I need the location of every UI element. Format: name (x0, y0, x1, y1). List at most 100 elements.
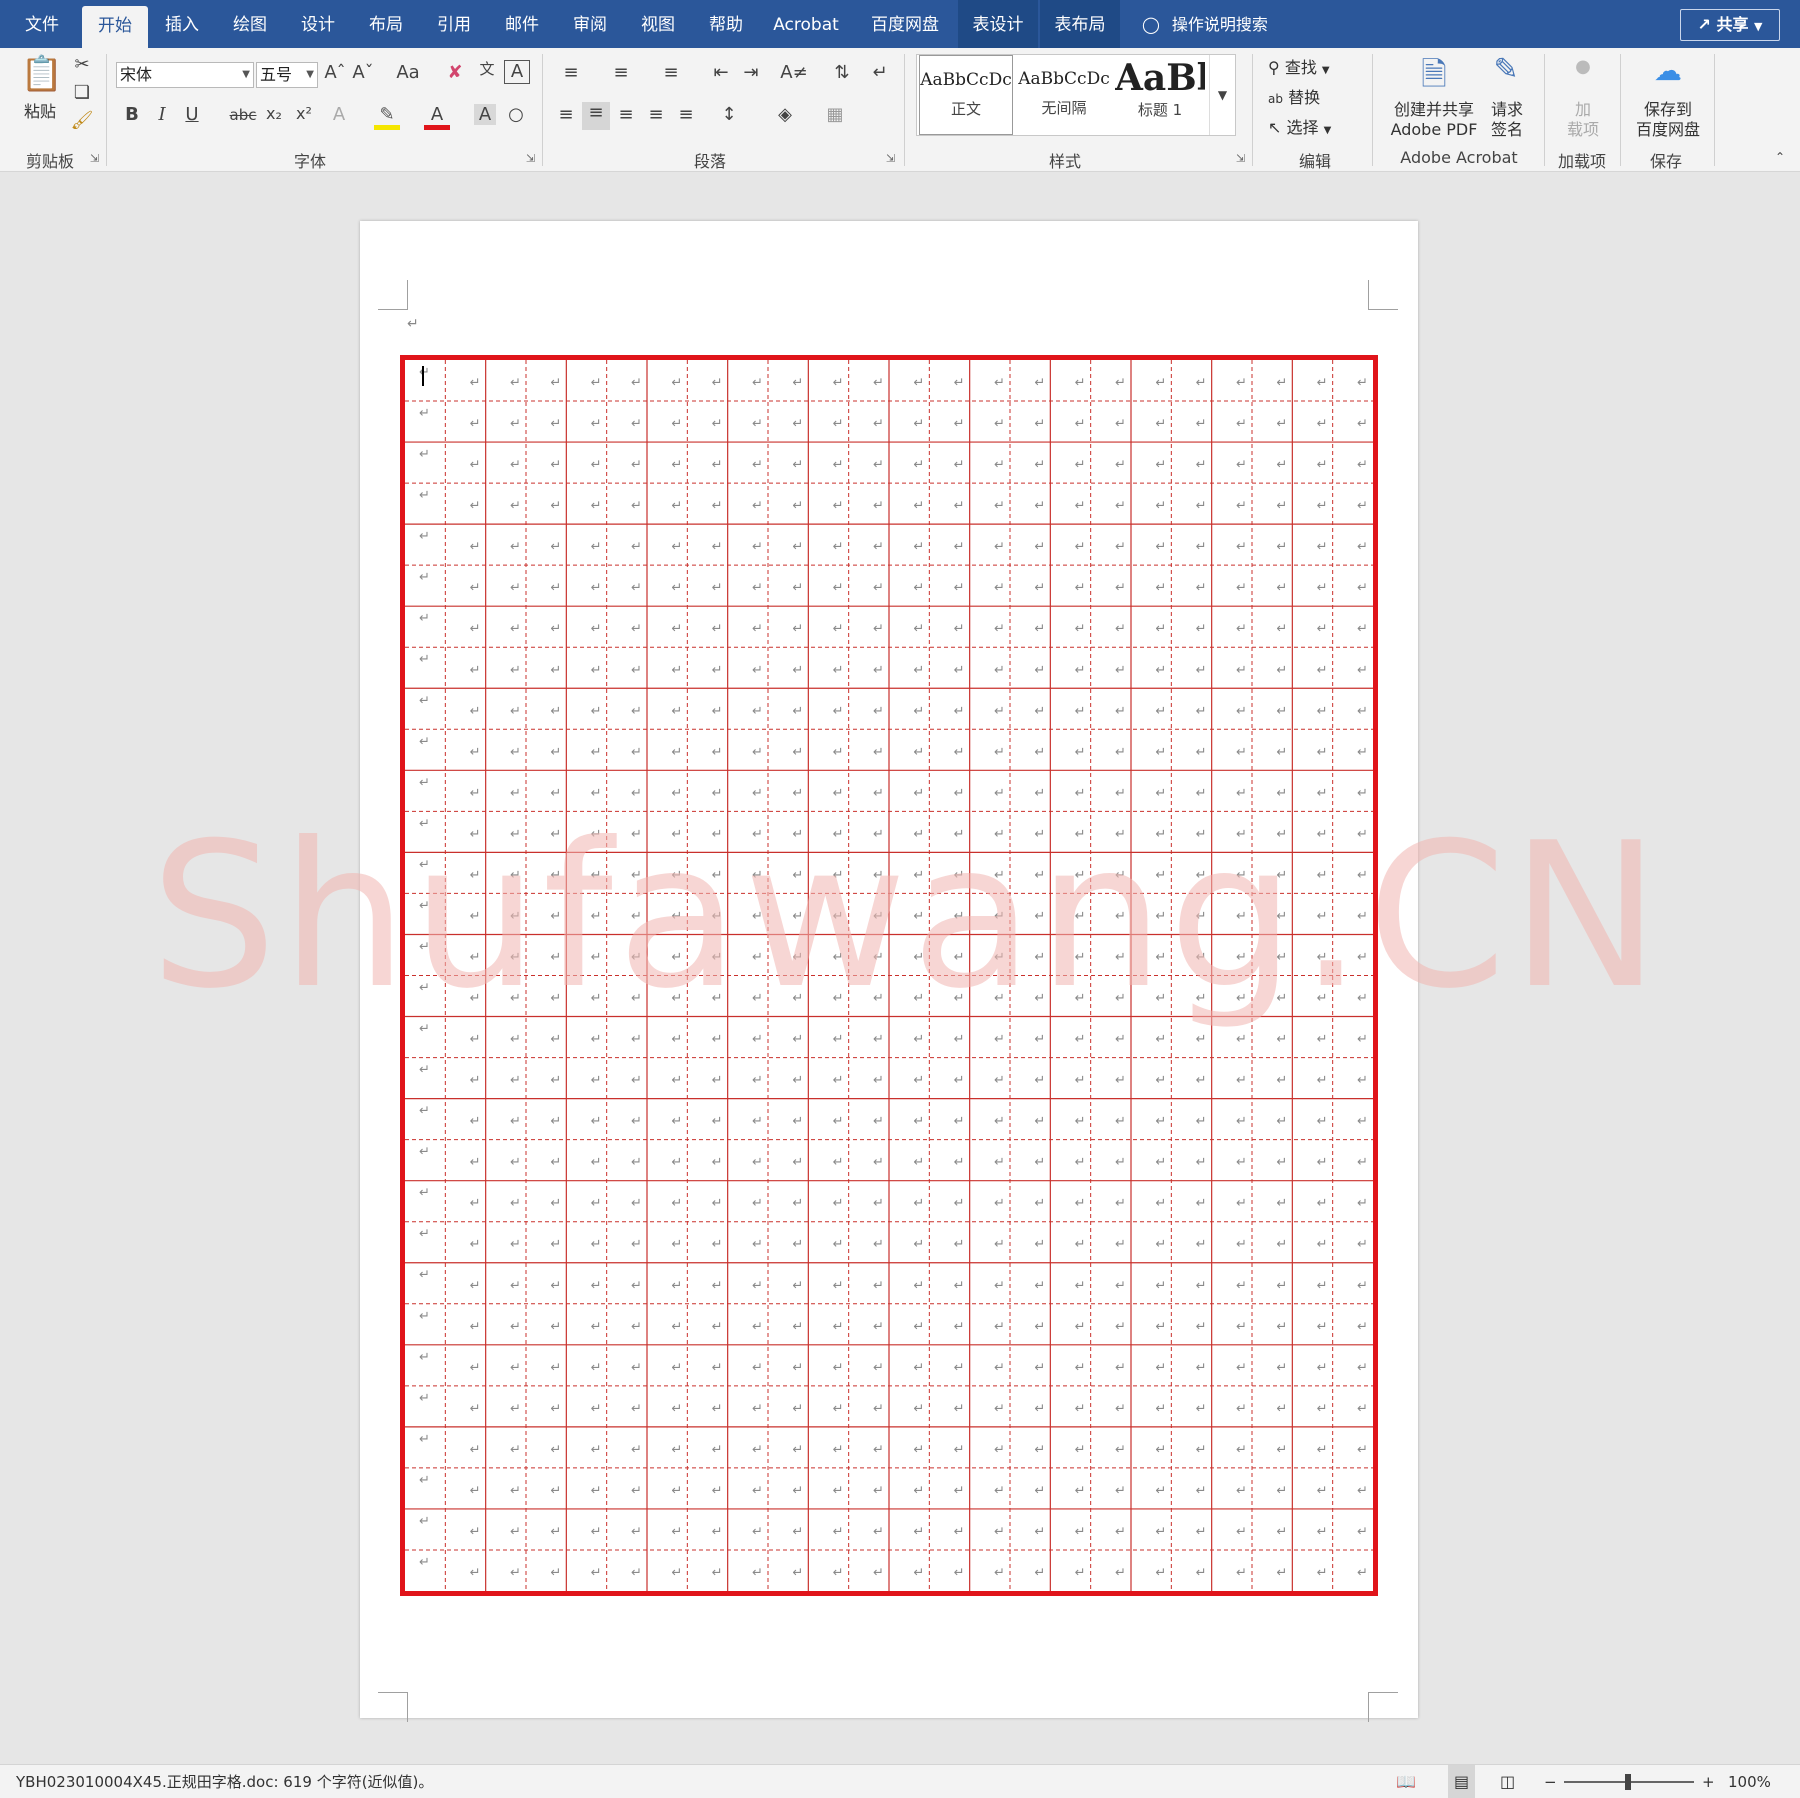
font-size-combo[interactable]: 五号 ▼ (256, 62, 318, 88)
underline-button[interactable]: U (182, 104, 202, 125)
baidu-netdisk-icon[interactable]: ☁ (1648, 54, 1688, 87)
zoom-slider-thumb[interactable] (1625, 1774, 1631, 1790)
request-signature-button[interactable]: 请求 签名 (1486, 100, 1528, 140)
increase-indent-icon[interactable]: ⇥ (738, 62, 764, 83)
shrink-font-icon[interactable]: Aˇ (352, 62, 374, 83)
tab-references[interactable]: 引用 (424, 0, 484, 48)
select-button[interactable]: ↖ 选择 ▼ (1268, 114, 1331, 138)
grow-font-icon[interactable]: Aˆ (324, 62, 346, 83)
zoom-in-icon[interactable]: + (1702, 1765, 1715, 1798)
cell-end-mark: ↵ (712, 1196, 723, 1211)
cell-end-mark: ↵ (833, 745, 844, 760)
paste-icon[interactable]: 📋 (20, 54, 64, 102)
align-right-icon[interactable]: ≡ (614, 104, 638, 125)
cut-icon[interactable]: ✂ (70, 54, 94, 75)
create-share-pdf-button[interactable]: 创建并共享 Adobe PDF (1384, 100, 1484, 140)
align-left-icon[interactable]: ≡ (554, 104, 578, 125)
cell-end-mark: ↵ (792, 1524, 803, 1539)
create-pdf-icon[interactable]: 🗎 (1414, 52, 1454, 106)
strikethrough-button[interactable]: abc (228, 106, 258, 124)
print-layout-icon[interactable]: ▤ (1448, 1765, 1476, 1798)
tab-design[interactable]: 设计 (288, 0, 348, 48)
enclose-characters-icon[interactable]: ○ (504, 104, 528, 125)
cell-end-mark: ↵ (1115, 1155, 1126, 1170)
tab-review[interactable]: 审阅 (560, 0, 620, 48)
zoom-out-icon[interactable]: − (1544, 1765, 1557, 1798)
share-button[interactable]: ↗ 共享 ▼ (1680, 9, 1780, 41)
replace-button[interactable]: ab 替换 (1268, 84, 1320, 108)
chinese-layout-icon[interactable]: A≠ (776, 62, 812, 83)
paragraph-launcher-icon[interactable]: ⇲ (886, 152, 895, 165)
cell-end-mark: ↵ (712, 745, 723, 760)
tab-help[interactable]: 帮助 (696, 0, 756, 48)
character-shading-icon[interactable]: A (474, 104, 496, 125)
font-color-icon[interactable]: A (424, 104, 450, 130)
shading-icon[interactable]: ◈ (768, 104, 802, 125)
styles-more-icon[interactable]: ▼ (1209, 55, 1235, 135)
bold-button[interactable]: B (122, 104, 142, 125)
style-heading-1[interactable]: AaBl 标题 1 (1115, 55, 1205, 135)
read-mode-icon[interactable]: 📖 (1396, 1765, 1416, 1798)
styles-gallery[interactable]: AaBbCcDc 正文 AaBbCcDc 无间隔 AaBl 标题 1 ▼ (916, 54, 1236, 136)
line-spacing-icon[interactable]: ↕ (712, 104, 746, 125)
cell-end-mark: ↵ (671, 1032, 682, 1047)
tab-acrobat[interactable]: Acrobat (764, 0, 848, 48)
distributed-icon[interactable]: ≡ (674, 104, 698, 125)
cell-end-mark: ↵ (833, 991, 844, 1006)
cell-end-mark: ↵ (752, 1196, 763, 1211)
highlight-color-icon[interactable]: ✎ (374, 104, 400, 130)
tab-baidu-netdisk[interactable]: 百度网盘 (860, 0, 950, 48)
decrease-indent-icon[interactable]: ⇤ (708, 62, 734, 83)
tianzige-grid-table[interactable]: ↵ ↵ ↵ ↵ ↵ ↵ ↵ ↵ ↵ ↵ ↵ ↵ ↵ ↵ ↵ ↵ ↵ ↵ ↵ ↵ ↵ ↵ ↵ ↵ ↵ ↵ ↵ ↵ ↵ ↵ ↵ ↵ ↵ ↵ ↵ ↵ ↵ ↵ ↵ ↵… (400, 355, 1378, 1596)
phonetic-guide-icon[interactable]: 文 (474, 58, 500, 79)
show-marks-icon[interactable]: ↵ (868, 62, 892, 83)
cell-end-mark: ↵ (1155, 376, 1166, 391)
align-center-icon[interactable]: ≡ (582, 102, 610, 130)
borders-icon[interactable]: ▦ (818, 104, 852, 125)
style-no-spacing[interactable]: AaBbCcDc 无间隔 (1017, 55, 1111, 135)
styles-launcher-icon[interactable]: ⇲ (1236, 152, 1245, 165)
addins-icon[interactable]: ● (1568, 56, 1598, 77)
cell-end-mark: ↵ (1317, 1483, 1328, 1498)
paste-button[interactable]: 粘贴 (18, 98, 62, 122)
tab-mailings[interactable]: 邮件 (492, 0, 552, 48)
change-case-button[interactable]: Aa (388, 62, 428, 83)
word-count-status[interactable]: YBH023010004X45.正规田字格.doc: 619 个字符(近似值)。 (16, 1765, 433, 1798)
clear-formatting-icon[interactable]: ✘ (444, 62, 466, 83)
format-painter-icon[interactable]: 🖌 (70, 110, 94, 131)
justify-icon[interactable]: ≡ (644, 104, 668, 125)
clipboard-launcher-icon[interactable]: ⇲ (90, 152, 99, 165)
italic-button[interactable]: I (152, 104, 172, 125)
tab-insert[interactable]: 插入 (152, 0, 212, 48)
find-button[interactable]: ⚲ 查找 ▼ (1268, 54, 1330, 78)
collapse-ribbon-icon[interactable]: ⌃ (1770, 150, 1790, 164)
zoom-level[interactable]: 100% (1728, 1765, 1771, 1798)
character-border-icon[interactable]: A (504, 60, 530, 84)
save-to-baidu-button[interactable]: 保存到 百度网盘 (1628, 100, 1708, 140)
multilevel-list-icon[interactable]: ≡ (654, 62, 688, 83)
cell-end-mark: ↵ (752, 1442, 763, 1457)
tab-file[interactable]: 文件 (14, 0, 70, 48)
font-name-combo[interactable]: 宋体 ▼ (116, 62, 254, 88)
tab-home[interactable]: 开始 (82, 6, 148, 48)
addins-button[interactable]: 加载项 (1560, 100, 1606, 140)
tab-table-design[interactable]: 表设计 (958, 0, 1038, 48)
text-effects-icon[interactable]: A (328, 104, 350, 125)
numbering-icon[interactable]: ≡ (604, 62, 638, 83)
tell-me-search[interactable]: ◯ 操作说明搜索 (1142, 0, 1268, 48)
subscript-button[interactable]: x₂ (262, 104, 286, 123)
superscript-button[interactable]: x² (292, 104, 316, 123)
web-layout-icon[interactable]: ◫ (1500, 1765, 1515, 1798)
bullets-icon[interactable]: ≡ (554, 62, 588, 83)
sort-icon[interactable]: ⇅ (830, 62, 854, 83)
tab-table-layout[interactable]: 表布局 (1040, 0, 1120, 48)
tab-layout[interactable]: 布局 (356, 0, 416, 48)
cell-end-mark: ↵ (591, 1237, 602, 1252)
font-launcher-icon[interactable]: ⇲ (526, 152, 535, 165)
style-normal[interactable]: AaBbCcDc 正文 (919, 55, 1013, 135)
copy-icon[interactable]: ❏ (70, 82, 94, 103)
request-signature-icon[interactable]: ✎ (1486, 52, 1526, 87)
cell-end-mark: ↵ (1075, 1196, 1086, 1211)
tab-draw[interactable]: 绘图 (220, 0, 280, 48)
tab-view[interactable]: 视图 (628, 0, 688, 48)
